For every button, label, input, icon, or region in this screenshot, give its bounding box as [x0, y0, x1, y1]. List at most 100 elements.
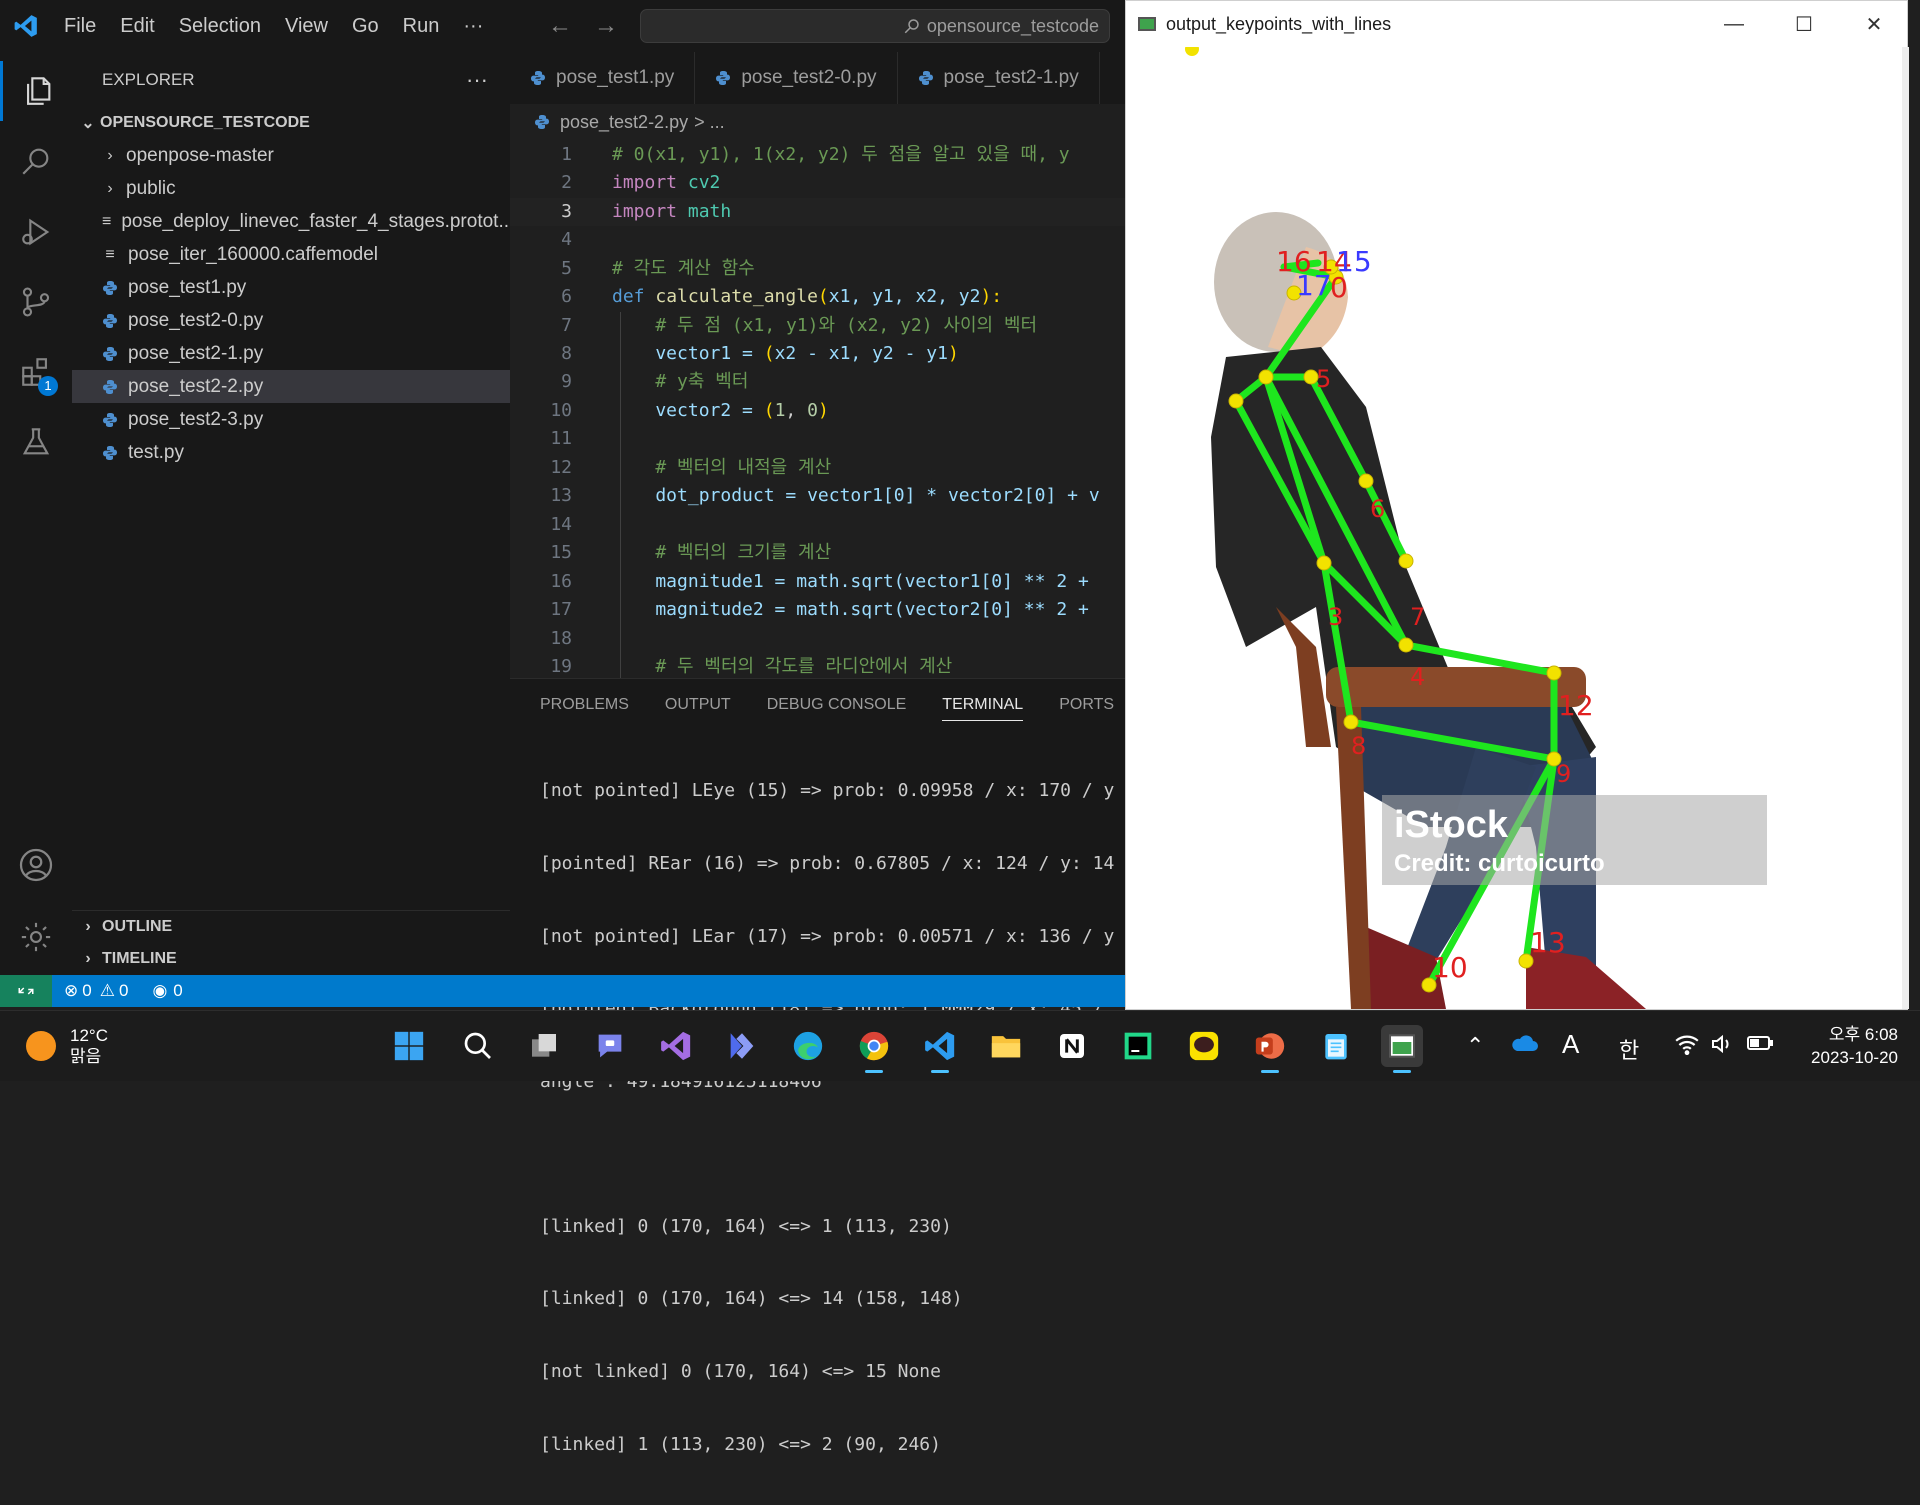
tab-terminal[interactable]: TERMINAL [942, 689, 1024, 721]
menu-run[interactable]: Run [391, 0, 452, 52]
onedrive-cloud-icon[interactable] [1510, 1033, 1538, 1059]
tree-file[interactable]: pose_test2-1.py [72, 337, 510, 370]
chevron-down-icon: ⌄ [81, 115, 95, 132]
terminal-output[interactable]: [not pointed] LEye (15) => prob: 0.09958… [540, 731, 1125, 1505]
visual-studio-icon[interactable] [655, 1025, 697, 1067]
status-bar: ⊗ 0 ⚠ 0 ◉ 0 [0, 975, 1125, 1007]
account-icon[interactable] [0, 835, 72, 895]
python-file-icon [102, 379, 118, 395]
run-debug-icon[interactable] [0, 202, 72, 262]
search-icon[interactable] [0, 131, 72, 191]
start-windows-icon[interactable] [388, 1025, 430, 1067]
taskbar-search-icon[interactable] [457, 1025, 499, 1067]
wifi-icon[interactable] [1674, 1033, 1700, 1061]
image-viewer-window-icon[interactable] [1381, 1025, 1423, 1073]
tree-file[interactable]: test.py [72, 436, 510, 469]
source-control-icon[interactable] [0, 272, 72, 332]
notion-icon[interactable] [1051, 1025, 1093, 1067]
image-window-titlebar[interactable]: output_keypoints_with_lines — ☐ ✕ [1126, 1, 1907, 47]
system-clock[interactable]: 오후 6:08 2023-10-20 [1811, 1023, 1898, 1069]
edge-browser-icon[interactable] [787, 1025, 829, 1067]
menu-file[interactable]: File [52, 0, 108, 52]
menu-go[interactable]: Go [340, 0, 391, 52]
chrome-browser-icon[interactable] [853, 1025, 895, 1073]
breadcrumb-file[interactable]: pose_test2-2.py [560, 112, 688, 133]
tab-label: pose_test2-0.py [741, 67, 877, 88]
menu-more[interactable]: ··· [451, 0, 495, 52]
font-language-icon[interactable]: A [1562, 1029, 1579, 1060]
outline-section[interactable]: › OUTLINE [72, 911, 510, 943]
command-center-search[interactable]: opensource_testcode [640, 9, 1110, 43]
tree-file[interactable]: pose_test2-2.py [72, 370, 510, 403]
windows-taskbar: 12°C 맑음 ⌃ A 한 오후 6:08 2023-10-20 [0, 1010, 1920, 1081]
teams-chat-icon[interactable] [589, 1025, 631, 1067]
extensions-icon[interactable]: 1 [0, 342, 72, 402]
tree-file[interactable]: pose_test2-0.py [72, 304, 510, 337]
settings-gear-icon[interactable] [0, 907, 72, 967]
close-icon[interactable]: ✕ [1839, 1, 1909, 47]
more-actions-icon[interactable]: ··· [466, 67, 488, 93]
tab-problems[interactable]: PROBLEMS [540, 696, 629, 714]
chevron-right-icon: › [107, 146, 113, 164]
explorer-title: EXPLORER [102, 69, 195, 89]
tree-folder[interactable]: › openpose-master [72, 139, 510, 172]
menu-edit[interactable]: Edit [108, 0, 166, 52]
tab-ports[interactable]: PORTS [1059, 696, 1114, 714]
watermark-credit: Credit: curtoicurto [1394, 850, 1605, 877]
notepad-icon[interactable] [1315, 1025, 1357, 1067]
tab-debug-console[interactable]: DEBUG CONSOLE [767, 696, 907, 714]
tab-pose-test1[interactable]: pose_test1.py [510, 52, 696, 104]
maximize-icon[interactable]: ☐ [1769, 1, 1839, 47]
task-view-icon[interactable] [523, 1025, 565, 1067]
terminal-line: [not pointed] LEar (17) => prob: 0.00571… [540, 925, 1115, 947]
file-explorer-icon[interactable] [985, 1025, 1027, 1067]
ports-status[interactable]: ◉ 0 [152, 981, 182, 1001]
tab-pose-test2-0[interactable]: pose_test2-0.py [695, 52, 898, 104]
kp-label-6: 6 [1370, 495, 1385, 523]
tree-file[interactable]: ≡ pose_deploy_linevec_faster_4_stages.pro… [72, 205, 510, 238]
clock-date: 2023-10-20 [1811, 1048, 1898, 1067]
ports-count: 0 [173, 981, 183, 1000]
kakaotalk-icon[interactable] [1183, 1025, 1225, 1067]
problems-status[interactable]: ⊗ 0 ⚠ 0 [64, 981, 128, 1001]
timeline-section[interactable]: › TIMELINE [72, 943, 510, 975]
code-editor[interactable]: 1 # 0(x1, y1), 1(x2, y2) 두 점을 알고 있을 때, y … [510, 138, 1125, 678]
ime-korean-indicator[interactable]: 한 [1619, 1033, 1639, 1065]
tree-item-label: test.py [128, 441, 184, 463]
powerpoint-icon[interactable] [1249, 1025, 1291, 1073]
tree-file[interactable]: ≡ pose_iter_160000.caffemodel [72, 238, 510, 271]
explorer-icon[interactable] [0, 61, 72, 121]
error-icon: ⊗ [64, 981, 79, 1000]
tree-file[interactable]: pose_test2-3.py [72, 403, 510, 436]
menu-selection[interactable]: Selection [167, 0, 273, 52]
tree-folder[interactable]: › public [72, 172, 510, 205]
weather-widget[interactable]: 12°C 맑음 [26, 1025, 108, 1067]
bottom-panel: PROBLEMS OUTPUT DEBUG CONSOLE TERMINAL P… [510, 678, 1125, 1455]
tree-file[interactable]: pose_test1.py [72, 271, 510, 304]
code-line-9: # y축 벡터 [612, 371, 749, 392]
code-line-12: # 벡터의 내적을 계산 [612, 457, 832, 478]
terminal-line: [linked] 0 (170, 164) <=> 1 (113, 230) [540, 1215, 952, 1237]
minimize-icon[interactable]: — [1699, 1, 1769, 47]
pycharm-icon[interactable] [1117, 1025, 1159, 1067]
python-file-icon [102, 412, 118, 428]
tab-pose-test2-1[interactable]: pose_test2-1.py [898, 52, 1100, 104]
warning-icon: ⚠ [99, 981, 115, 1000]
volume-icon[interactable] [1710, 1033, 1734, 1061]
forward-arrow-icon[interactable]: → [594, 12, 618, 40]
remote-indicator-icon[interactable] [0, 975, 52, 1007]
extensions-badge: 1 [38, 376, 58, 396]
title-bar: File Edit Selection View Go Run ··· ← → … [0, 0, 1125, 52]
weather-condition: 맑음 [70, 1047, 102, 1066]
show-hidden-icons-icon[interactable]: ⌃ [1466, 1033, 1484, 1059]
vscode-taskbar-icon[interactable] [919, 1025, 961, 1073]
battery-icon[interactable] [1746, 1033, 1774, 1059]
back-arrow-icon[interactable]: ← [548, 12, 572, 40]
power-automate-icon[interactable] [721, 1025, 763, 1067]
breadcrumb-rest[interactable]: > ... [694, 112, 725, 133]
menu-view[interactable]: View [273, 0, 340, 52]
folder-header[interactable]: ⌄ OPENSOURCE_TESTCODE [72, 107, 510, 139]
tab-output[interactable]: OUTPUT [665, 696, 731, 714]
testing-flask-icon[interactable] [0, 412, 72, 472]
